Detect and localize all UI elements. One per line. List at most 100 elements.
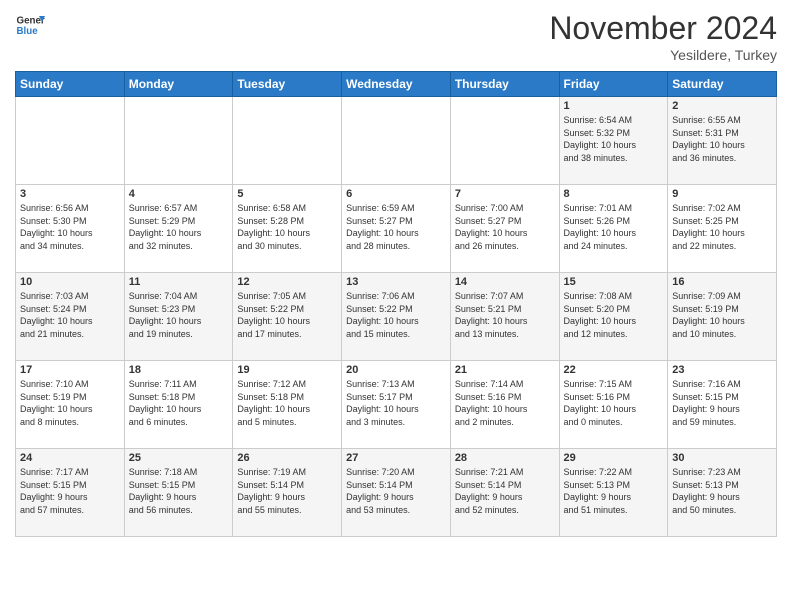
calendar-cell: 28 Sunrise: 7:21 AM Sunset: 5:14 PM Dayli… — [450, 449, 559, 537]
calendar-cell: 6 Sunrise: 6:59 AM Sunset: 5:27 PM Daylig… — [342, 185, 451, 273]
day-info: Sunrise: 7:21 AM Sunset: 5:14 PM Dayligh… — [455, 466, 555, 516]
calendar-cell: 12 Sunrise: 7:05 AM Sunset: 5:22 PM Dayli… — [233, 273, 342, 361]
day-number: 24 — [20, 452, 120, 464]
calendar-cell: 17Sunrise: 7:10 AM Sunset: 5:19 PM Dayli… — [16, 361, 125, 449]
day-info: Sunrise: 7:18 AM Sunset: 5:15 PM Dayligh… — [129, 466, 229, 516]
day-info: Sunrise: 7:04 AM Sunset: 5:23 PM Dayligh… — [129, 290, 229, 340]
day-info: Sunrise: 7:15 AM Sunset: 5:16 PM Dayligh… — [564, 378, 664, 428]
day-info: Sunrise: 7:01 AM Sunset: 5:26 PM Dayligh… — [564, 202, 664, 252]
month-title: November 2024 — [549, 10, 777, 47]
calendar-cell: 10Sunrise: 7:03 AM Sunset: 5:24 PM Dayli… — [16, 273, 125, 361]
location-subtitle: Yesildere, Turkey — [549, 47, 777, 63]
day-info: Sunrise: 7:09 AM Sunset: 5:19 PM Dayligh… — [672, 290, 772, 340]
calendar-cell: 29 Sunrise: 7:22 AM Sunset: 5:13 PM Dayli… — [559, 449, 668, 537]
day-info: Sunrise: 6:54 AM Sunset: 5:32 PM Dayligh… — [564, 114, 664, 164]
day-info: Sunrise: 6:59 AM Sunset: 5:27 PM Dayligh… — [346, 202, 446, 252]
logo: General Blue — [15, 10, 45, 40]
day-number: 22 — [564, 364, 664, 376]
day-number: 11 — [129, 276, 229, 288]
week-row-1: 1 Sunrise: 6:54 AM Sunset: 5:32 PM Daylig… — [16, 97, 777, 185]
day-number: 16 — [672, 276, 772, 288]
day-number: 13 — [346, 276, 446, 288]
day-number: 5 — [237, 188, 337, 200]
day-number: 4 — [129, 188, 229, 200]
day-number: 27 — [346, 452, 446, 464]
day-number: 20 — [346, 364, 446, 376]
header-cell-monday: Monday — [124, 72, 233, 97]
day-info: Sunrise: 7:08 AM Sunset: 5:20 PM Dayligh… — [564, 290, 664, 340]
calendar-cell: 23 Sunrise: 7:16 AM Sunset: 5:15 PM Dayli… — [668, 361, 777, 449]
day-info: Sunrise: 6:56 AM Sunset: 5:30 PM Dayligh… — [20, 202, 120, 252]
day-info: Sunrise: 7:06 AM Sunset: 5:22 PM Dayligh… — [346, 290, 446, 340]
day-number: 17 — [20, 364, 120, 376]
day-number: 2 — [672, 100, 772, 112]
day-number: 1 — [564, 100, 664, 112]
calendar-cell: 24Sunrise: 7:17 AM Sunset: 5:15 PM Dayli… — [16, 449, 125, 537]
calendar-cell: 8 Sunrise: 7:01 AM Sunset: 5:26 PM Daylig… — [559, 185, 668, 273]
calendar-cell: 27 Sunrise: 7:20 AM Sunset: 5:14 PM Dayli… — [342, 449, 451, 537]
day-info: Sunrise: 7:11 AM Sunset: 5:18 PM Dayligh… — [129, 378, 229, 428]
day-number: 26 — [237, 452, 337, 464]
calendar-cell: 20 Sunrise: 7:13 AM Sunset: 5:17 PM Dayli… — [342, 361, 451, 449]
header: General Blue November 2024 Yesildere, Tu… — [15, 10, 777, 63]
day-info: Sunrise: 7:23 AM Sunset: 5:13 PM Dayligh… — [672, 466, 772, 516]
day-number: 10 — [20, 276, 120, 288]
logo-icon: General Blue — [15, 10, 45, 40]
calendar-cell: 15 Sunrise: 7:08 AM Sunset: 5:20 PM Dayli… — [559, 273, 668, 361]
week-row-2: 3 Sunrise: 6:56 AM Sunset: 5:30 PM Daylig… — [16, 185, 777, 273]
week-row-3: 10Sunrise: 7:03 AM Sunset: 5:24 PM Dayli… — [16, 273, 777, 361]
calendar-cell: 22 Sunrise: 7:15 AM Sunset: 5:16 PM Dayli… — [559, 361, 668, 449]
day-number: 3 — [20, 188, 120, 200]
day-number: 29 — [564, 452, 664, 464]
calendar-cell — [124, 97, 233, 185]
day-number: 9 — [672, 188, 772, 200]
calendar-cell — [233, 97, 342, 185]
calendar-cell — [16, 97, 125, 185]
day-info: Sunrise: 7:07 AM Sunset: 5:21 PM Dayligh… — [455, 290, 555, 340]
day-info: Sunrise: 7:02 AM Sunset: 5:25 PM Dayligh… — [672, 202, 772, 252]
day-number: 18 — [129, 364, 229, 376]
day-info: Sunrise: 7:22 AM Sunset: 5:13 PM Dayligh… — [564, 466, 664, 516]
day-number: 12 — [237, 276, 337, 288]
header-cell-saturday: Saturday — [668, 72, 777, 97]
day-number: 21 — [455, 364, 555, 376]
calendar-cell: 4 Sunrise: 6:57 AM Sunset: 5:29 PM Daylig… — [124, 185, 233, 273]
calendar-cell — [450, 97, 559, 185]
header-cell-sunday: Sunday — [16, 72, 125, 97]
day-info: Sunrise: 7:20 AM Sunset: 5:14 PM Dayligh… — [346, 466, 446, 516]
day-number: 15 — [564, 276, 664, 288]
calendar-cell — [342, 97, 451, 185]
day-info: Sunrise: 7:13 AM Sunset: 5:17 PM Dayligh… — [346, 378, 446, 428]
calendar-cell: 11 Sunrise: 7:04 AM Sunset: 5:23 PM Dayli… — [124, 273, 233, 361]
calendar-cell: 7Sunrise: 7:00 AM Sunset: 5:27 PM Daylig… — [450, 185, 559, 273]
day-number: 23 — [672, 364, 772, 376]
day-number: 8 — [564, 188, 664, 200]
calendar-table: SundayMondayTuesdayWednesdayThursdayFrid… — [15, 71, 777, 537]
header-cell-thursday: Thursday — [450, 72, 559, 97]
calendar-cell: 26 Sunrise: 7:19 AM Sunset: 5:14 PM Dayli… — [233, 449, 342, 537]
day-number: 28 — [455, 452, 555, 464]
calendar-cell: 2Sunrise: 6:55 AM Sunset: 5:31 PM Daylig… — [668, 97, 777, 185]
calendar-cell: 18 Sunrise: 7:11 AM Sunset: 5:18 PM Dayli… — [124, 361, 233, 449]
day-info: Sunrise: 7:12 AM Sunset: 5:18 PM Dayligh… — [237, 378, 337, 428]
header-cell-friday: Friday — [559, 72, 668, 97]
day-info: Sunrise: 7:16 AM Sunset: 5:15 PM Dayligh… — [672, 378, 772, 428]
day-info: Sunrise: 7:05 AM Sunset: 5:22 PM Dayligh… — [237, 290, 337, 340]
calendar-cell: 13 Sunrise: 7:06 AM Sunset: 5:22 PM Dayli… — [342, 273, 451, 361]
week-row-5: 24Sunrise: 7:17 AM Sunset: 5:15 PM Dayli… — [16, 449, 777, 537]
header-cell-tuesday: Tuesday — [233, 72, 342, 97]
day-number: 25 — [129, 452, 229, 464]
page: General Blue November 2024 Yesildere, Tu… — [0, 0, 792, 552]
day-info: Sunrise: 6:57 AM Sunset: 5:29 PM Dayligh… — [129, 202, 229, 252]
svg-text:Blue: Blue — [17, 26, 39, 37]
day-info: Sunrise: 7:19 AM Sunset: 5:14 PM Dayligh… — [237, 466, 337, 516]
calendar-cell: 5 Sunrise: 6:58 AM Sunset: 5:28 PM Daylig… — [233, 185, 342, 273]
week-row-4: 17Sunrise: 7:10 AM Sunset: 5:19 PM Dayli… — [16, 361, 777, 449]
day-number: 30 — [672, 452, 772, 464]
day-number: 6 — [346, 188, 446, 200]
day-info: Sunrise: 6:58 AM Sunset: 5:28 PM Dayligh… — [237, 202, 337, 252]
day-number: 7 — [455, 188, 555, 200]
calendar-cell: 14Sunrise: 7:07 AM Sunset: 5:21 PM Dayli… — [450, 273, 559, 361]
calendar-cell: 16 Sunrise: 7:09 AM Sunset: 5:19 PM Dayli… — [668, 273, 777, 361]
day-info: Sunrise: 7:14 AM Sunset: 5:16 PM Dayligh… — [455, 378, 555, 428]
